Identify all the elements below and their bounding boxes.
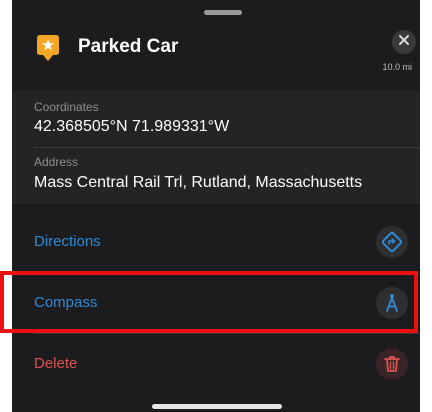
address-label: Address bbox=[34, 155, 79, 169]
close-button[interactable] bbox=[392, 30, 416, 54]
sheet-header: Parked Car 10.0 mi bbox=[12, 0, 420, 90]
distance-label: 10.0 mi bbox=[382, 62, 412, 72]
star-pin-icon bbox=[36, 34, 60, 62]
coordinates-label: Coordinates bbox=[34, 100, 99, 114]
delete-button[interactable]: Delete bbox=[12, 334, 420, 394]
info-divider bbox=[34, 147, 420, 148]
address-value[interactable]: Mass Central Rail Trl, Rutland, Massachu… bbox=[34, 174, 362, 192]
close-icon bbox=[398, 33, 410, 51]
page-title: Parked Car bbox=[78, 36, 179, 57]
location-info: Coordinates 42.368505°N 71.989331°W Addr… bbox=[12, 90, 420, 204]
directions-label: Directions bbox=[34, 233, 101, 250]
coordinates-value[interactable]: 42.368505°N 71.989331°W bbox=[34, 118, 229, 136]
compass-highlight-box bbox=[0, 271, 418, 333]
directions-icon bbox=[376, 226, 408, 258]
trash-icon bbox=[376, 348, 408, 380]
delete-label: Delete bbox=[34, 355, 78, 372]
home-indicator[interactable] bbox=[152, 404, 282, 409]
parked-car-sheet: Parked Car 10.0 mi Coordinates 42.368505… bbox=[12, 0, 420, 412]
directions-button[interactable]: Directions bbox=[12, 212, 420, 272]
